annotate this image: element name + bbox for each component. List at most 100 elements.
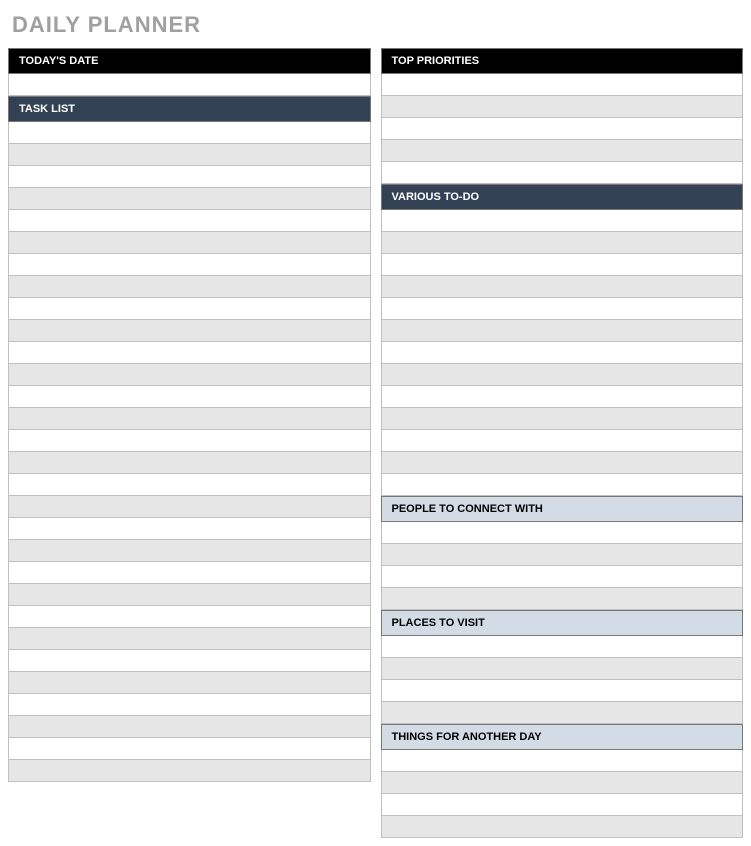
todo-row[interactable] <box>381 430 744 452</box>
task-row-input[interactable] <box>9 408 370 429</box>
task-row-input[interactable] <box>9 716 370 737</box>
todo-row[interactable] <box>381 342 744 364</box>
places-row[interactable] <box>381 658 744 680</box>
todo-row[interactable] <box>381 232 744 254</box>
places-row-input[interactable] <box>382 658 743 679</box>
task-row[interactable] <box>8 474 371 496</box>
things-row-input[interactable] <box>382 794 743 815</box>
todo-row-input[interactable] <box>382 430 743 451</box>
task-row-input[interactable] <box>9 188 370 209</box>
task-row[interactable] <box>8 430 371 452</box>
task-row[interactable] <box>8 716 371 738</box>
task-row-input[interactable] <box>9 694 370 715</box>
task-row[interactable] <box>8 694 371 716</box>
task-row-input[interactable] <box>9 298 370 319</box>
todays-date-input[interactable] <box>9 74 370 95</box>
todo-row-input[interactable] <box>382 364 743 385</box>
task-row[interactable] <box>8 650 371 672</box>
places-row-input[interactable] <box>382 636 743 657</box>
priority-row-input[interactable] <box>382 118 743 139</box>
task-row-input[interactable] <box>9 496 370 517</box>
priority-row[interactable] <box>381 162 744 184</box>
task-row[interactable] <box>8 452 371 474</box>
task-row[interactable] <box>8 562 371 584</box>
task-row-input[interactable] <box>9 474 370 495</box>
priority-row[interactable] <box>381 118 744 140</box>
places-row[interactable] <box>381 702 744 724</box>
task-row[interactable] <box>8 320 371 342</box>
task-row[interactable] <box>8 386 371 408</box>
todo-row[interactable] <box>381 452 744 474</box>
todo-row-input[interactable] <box>382 232 743 253</box>
priority-row[interactable] <box>381 74 744 96</box>
priority-row[interactable] <box>381 140 744 162</box>
todo-row-input[interactable] <box>382 298 743 319</box>
task-row-input[interactable] <box>9 364 370 385</box>
task-row[interactable] <box>8 518 371 540</box>
people-row[interactable] <box>381 588 744 610</box>
todo-row[interactable] <box>381 298 744 320</box>
task-row[interactable] <box>8 540 371 562</box>
people-row[interactable] <box>381 522 744 544</box>
todo-row[interactable] <box>381 364 744 386</box>
task-row[interactable] <box>8 298 371 320</box>
things-row[interactable] <box>381 750 744 772</box>
places-row[interactable] <box>381 680 744 702</box>
task-row-input[interactable] <box>9 540 370 561</box>
task-row-input[interactable] <box>9 452 370 473</box>
task-row[interactable] <box>8 254 371 276</box>
task-row[interactable] <box>8 672 371 694</box>
people-row-input[interactable] <box>382 544 743 565</box>
people-row-input[interactable] <box>382 522 743 543</box>
task-row[interactable] <box>8 584 371 606</box>
task-row-input[interactable] <box>9 276 370 297</box>
task-row[interactable] <box>8 210 371 232</box>
task-row[interactable] <box>8 408 371 430</box>
todo-row[interactable] <box>381 386 744 408</box>
todo-row-input[interactable] <box>382 408 743 429</box>
task-row-input[interactable] <box>9 254 370 275</box>
todo-row-input[interactable] <box>382 342 743 363</box>
priority-row-input[interactable] <box>382 74 743 95</box>
things-row-input[interactable] <box>382 816 743 837</box>
people-row-input[interactable] <box>382 566 743 587</box>
todo-row[interactable] <box>381 320 744 342</box>
task-row[interactable] <box>8 276 371 298</box>
task-row-input[interactable] <box>9 210 370 231</box>
task-row[interactable] <box>8 364 371 386</box>
things-row[interactable] <box>381 816 744 838</box>
todo-row-input[interactable] <box>382 254 743 275</box>
places-row[interactable] <box>381 636 744 658</box>
task-row-input[interactable] <box>9 562 370 583</box>
things-row-input[interactable] <box>382 772 743 793</box>
task-row-input[interactable] <box>9 518 370 539</box>
todo-row-input[interactable] <box>382 386 743 407</box>
task-row-input[interactable] <box>9 760 370 781</box>
task-row-input[interactable] <box>9 144 370 165</box>
todo-row[interactable] <box>381 276 744 298</box>
todo-row-input[interactable] <box>382 474 743 495</box>
task-row[interactable] <box>8 760 371 782</box>
task-row-input[interactable] <box>9 672 370 693</box>
people-row-input[interactable] <box>382 588 743 609</box>
todays-date-row[interactable] <box>8 74 371 96</box>
task-row-input[interactable] <box>9 430 370 451</box>
things-row[interactable] <box>381 794 744 816</box>
things-row[interactable] <box>381 772 744 794</box>
todo-row[interactable] <box>381 210 744 232</box>
task-row[interactable] <box>8 496 371 518</box>
things-row-input[interactable] <box>382 750 743 771</box>
todo-row[interactable] <box>381 474 744 496</box>
task-row-input[interactable] <box>9 738 370 759</box>
task-row[interactable] <box>8 166 371 188</box>
todo-row-input[interactable] <box>382 276 743 297</box>
places-row-input[interactable] <box>382 680 743 701</box>
todo-row[interactable] <box>381 408 744 430</box>
todo-row[interactable] <box>381 254 744 276</box>
todo-row-input[interactable] <box>382 320 743 341</box>
task-row[interactable] <box>8 188 371 210</box>
task-row-input[interactable] <box>9 232 370 253</box>
places-row-input[interactable] <box>382 702 743 723</box>
task-row[interactable] <box>8 342 371 364</box>
task-row[interactable] <box>8 628 371 650</box>
